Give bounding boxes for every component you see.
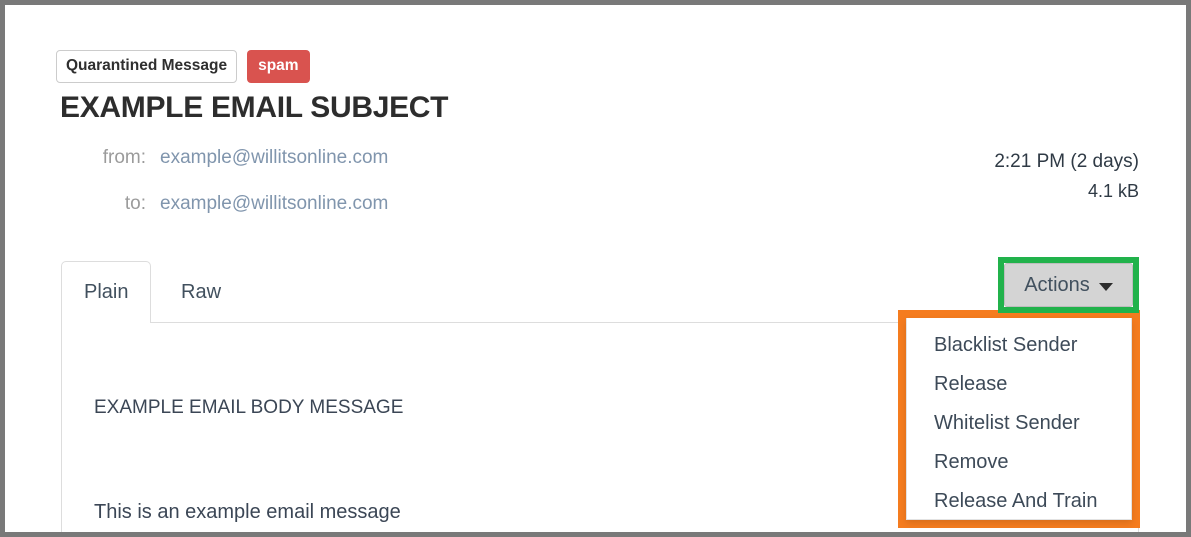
menu-item-release-label: Release [934, 373, 1008, 395]
actions-dropdown-menu: Blacklist Sender Release Whitelist Sende… [906, 318, 1132, 520]
message-body-line-2: This is an example email message [94, 501, 401, 523]
menu-item-whitelist-sender-label: Whitelist Sender [934, 412, 1080, 434]
menu-item-remove-label: Remove [934, 451, 1009, 473]
message-meta: from: example@willitsonline.com to: exam… [60, 147, 680, 239]
actions-button-highlight-box [998, 257, 1139, 313]
message-size: 4.1 kB [1087, 181, 1139, 201]
message-detail-page: Quarantined Message spam EXAMPLE EMAIL S… [5, 5, 1186, 532]
spam-badge: spam [247, 50, 310, 83]
message-stamp: 2:21 PM (2 days) 4.1 kB [994, 147, 1139, 205]
menu-item-remove[interactable]: Remove [907, 443, 1131, 482]
tab-plain-label: Plain [84, 281, 129, 303]
menu-item-blacklist-sender[interactable]: Blacklist Sender [907, 326, 1131, 365]
from-address-link[interactable]: example@willitsonline.com [160, 147, 388, 169]
message-body-line-1: EXAMPLE EMAIL BODY MESSAGE [94, 397, 404, 418]
message-subject: EXAMPLE EMAIL SUBJECT [60, 91, 449, 124]
menu-item-release-and-train[interactable]: Release And Train [907, 482, 1131, 521]
menu-item-release[interactable]: Release [907, 365, 1131, 404]
message-timestamp: 2:21 PM (2 days) [994, 151, 1139, 172]
badge-row: Quarantined Message spam [56, 50, 310, 83]
to-address-link[interactable]: example@willitsonline.com [160, 193, 388, 215]
menu-item-release-and-train-label: Release And Train [934, 490, 1098, 512]
tab-raw-label: Raw [181, 280, 222, 303]
meta-row-from: from: example@willitsonline.com [60, 147, 680, 193]
quarantined-message-badge: Quarantined Message [56, 50, 238, 83]
menu-item-whitelist-sender[interactable]: Whitelist Sender [907, 404, 1131, 443]
menu-item-blacklist-sender-label: Blacklist Sender [934, 334, 1078, 356]
to-label: to: [124, 193, 146, 214]
browser-window: Quarantined Message spam EXAMPLE EMAIL S… [0, 0, 1191, 537]
tab-plain[interactable]: Plain [61, 261, 152, 324]
from-label: from: [102, 147, 146, 168]
tab-raw[interactable]: Raw [158, 261, 244, 323]
meta-row-to: to: example@willitsonline.com [60, 193, 680, 239]
